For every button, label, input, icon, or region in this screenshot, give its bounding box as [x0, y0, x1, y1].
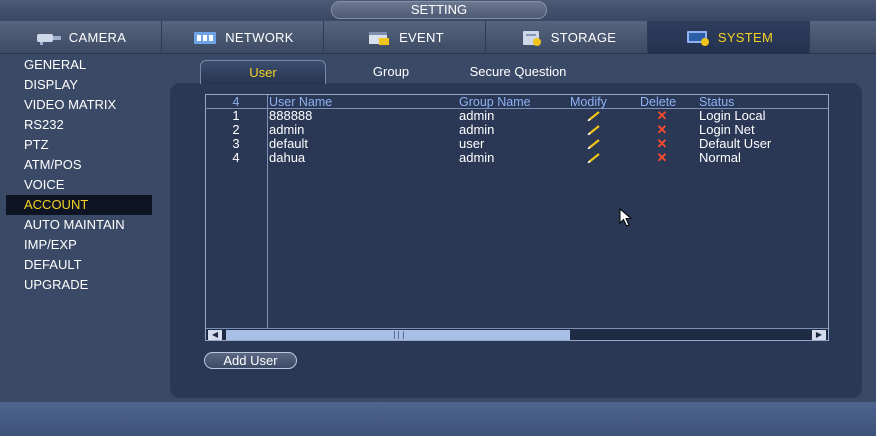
column-header-group-name[interactable]: Group Name — [459, 95, 531, 109]
sidebar-item-general[interactable]: GENERAL — [6, 55, 152, 75]
tab-event[interactable]: EVENT — [324, 21, 486, 54]
modify-pencil-icon[interactable] — [587, 139, 601, 149]
tab-network[interactable]: NETWORK — [162, 21, 324, 54]
user-count: 4 — [232, 95, 240, 109]
scroll-left-arrow-icon[interactable]: ◀ — [208, 330, 222, 340]
user-name: dahua — [269, 150, 306, 165]
sidebar-item-default[interactable]: DEFAULT — [6, 255, 152, 275]
window-title: SETTING — [331, 1, 547, 19]
sidebar-item-atm-pos[interactable]: ATM/POS — [6, 155, 152, 175]
scrollbar-grip-icon — [394, 331, 404, 339]
sidebar-item-display[interactable]: DISPLAY — [6, 75, 152, 95]
row-number: 1 — [232, 108, 240, 123]
camera-icon — [36, 33, 61, 45]
table-row[interactable]: 3 default user ✕ Default User — [206, 137, 828, 151]
user-status: Login Local — [699, 108, 766, 123]
modify-pencil-icon[interactable] — [587, 153, 601, 163]
sidebar-item-ptz[interactable]: PTZ — [6, 135, 152, 155]
sidebar-item-account[interactable]: ACCOUNT — [6, 195, 152, 215]
storage-icon — [522, 30, 541, 46]
row-number: 4 — [232, 150, 240, 165]
column-header-status[interactable]: Status — [699, 95, 734, 109]
row-number: 2 — [232, 122, 240, 137]
network-icon — [194, 31, 217, 44]
table-row[interactable]: 1 888888 admin ✕ Login Local — [206, 109, 828, 123]
user-status: Normal — [699, 150, 741, 165]
delete-x-icon[interactable]: ✕ — [656, 123, 668, 137]
delete-x-icon[interactable]: ✕ — [656, 109, 668, 123]
group-name: admin — [459, 122, 495, 137]
mouse-pointer-icon — [619, 208, 633, 227]
sidebar-item-imp-exp[interactable]: IMP/EXP — [6, 235, 152, 255]
delete-x-icon[interactable]: ✕ — [656, 137, 668, 151]
modify-pencil-icon[interactable] — [587, 125, 601, 135]
user-table: 4 User Name Group Name Modify Delete Sta… — [205, 94, 829, 341]
tab-network-label: NETWORK — [225, 30, 294, 45]
group-name: user — [459, 136, 485, 151]
user-status: Login Net — [699, 122, 755, 137]
user-status: Default User — [699, 136, 772, 151]
sidebar-item-rs232[interactable]: RS232 — [6, 115, 152, 135]
sidebar-item-video-matrix[interactable]: VIDEO MATRIX — [6, 95, 152, 115]
tab-system[interactable]: SYSTEM — [648, 21, 810, 54]
event-icon — [369, 31, 390, 45]
scrollbar-thumb[interactable] — [226, 330, 570, 340]
modify-pencil-icon[interactable] — [587, 111, 601, 121]
tab-user[interactable]: User — [200, 60, 326, 84]
tab-secure-question[interactable]: Secure Question — [452, 60, 584, 84]
tab-event-label: EVENT — [399, 30, 444, 45]
table-row[interactable]: 4 dahua admin ✕ Normal — [206, 151, 828, 165]
tab-camera-label: CAMERA — [68, 30, 127, 45]
tab-group[interactable]: Group — [350, 60, 432, 84]
sidebar-item-voice[interactable]: VOICE — [6, 175, 152, 195]
system-icon — [686, 30, 709, 46]
row-number: 3 — [232, 136, 240, 151]
user-name: default — [269, 136, 309, 151]
horizontal-scrollbar[interactable]: ◀ ▶ — [206, 328, 828, 340]
column-header-modify: Modify — [570, 95, 607, 109]
sidebar: GENERAL DISPLAY VIDEO MATRIX RS232 PTZ A… — [0, 54, 160, 400]
user-name: 888888 — [269, 108, 313, 123]
tab-storage[interactable]: STORAGE — [486, 21, 648, 54]
scroll-right-arrow-icon[interactable]: ▶ — [812, 330, 826, 340]
tab-storage-label: STORAGE — [550, 30, 617, 45]
main-tab-bar: CAMERA NETWORK EVENT STORAGE SYSTEM — [0, 21, 876, 54]
add-user-button[interactable]: Add User — [204, 352, 297, 369]
table-header: 4 User Name Group Name Modify Delete Sta… — [206, 95, 828, 109]
delete-x-icon[interactable]: ✕ — [656, 151, 668, 165]
user-name: admin — [269, 122, 305, 137]
tab-system-label: SYSTEM — [717, 30, 774, 45]
bottom-bar — [0, 402, 876, 436]
column-header-delete: Delete — [640, 95, 677, 109]
column-header-user-name[interactable]: User Name — [269, 95, 332, 109]
tab-camera[interactable]: CAMERA — [0, 21, 162, 54]
group-name: admin — [459, 108, 495, 123]
group-name: admin — [459, 150, 495, 165]
sidebar-item-auto-maintain[interactable]: AUTO MAINTAIN — [6, 215, 152, 235]
table-row[interactable]: 2 admin admin ✕ Login Net — [206, 123, 828, 137]
sidebar-item-upgrade[interactable]: UPGRADE — [6, 275, 152, 295]
title-bar: SETTING — [0, 0, 876, 20]
